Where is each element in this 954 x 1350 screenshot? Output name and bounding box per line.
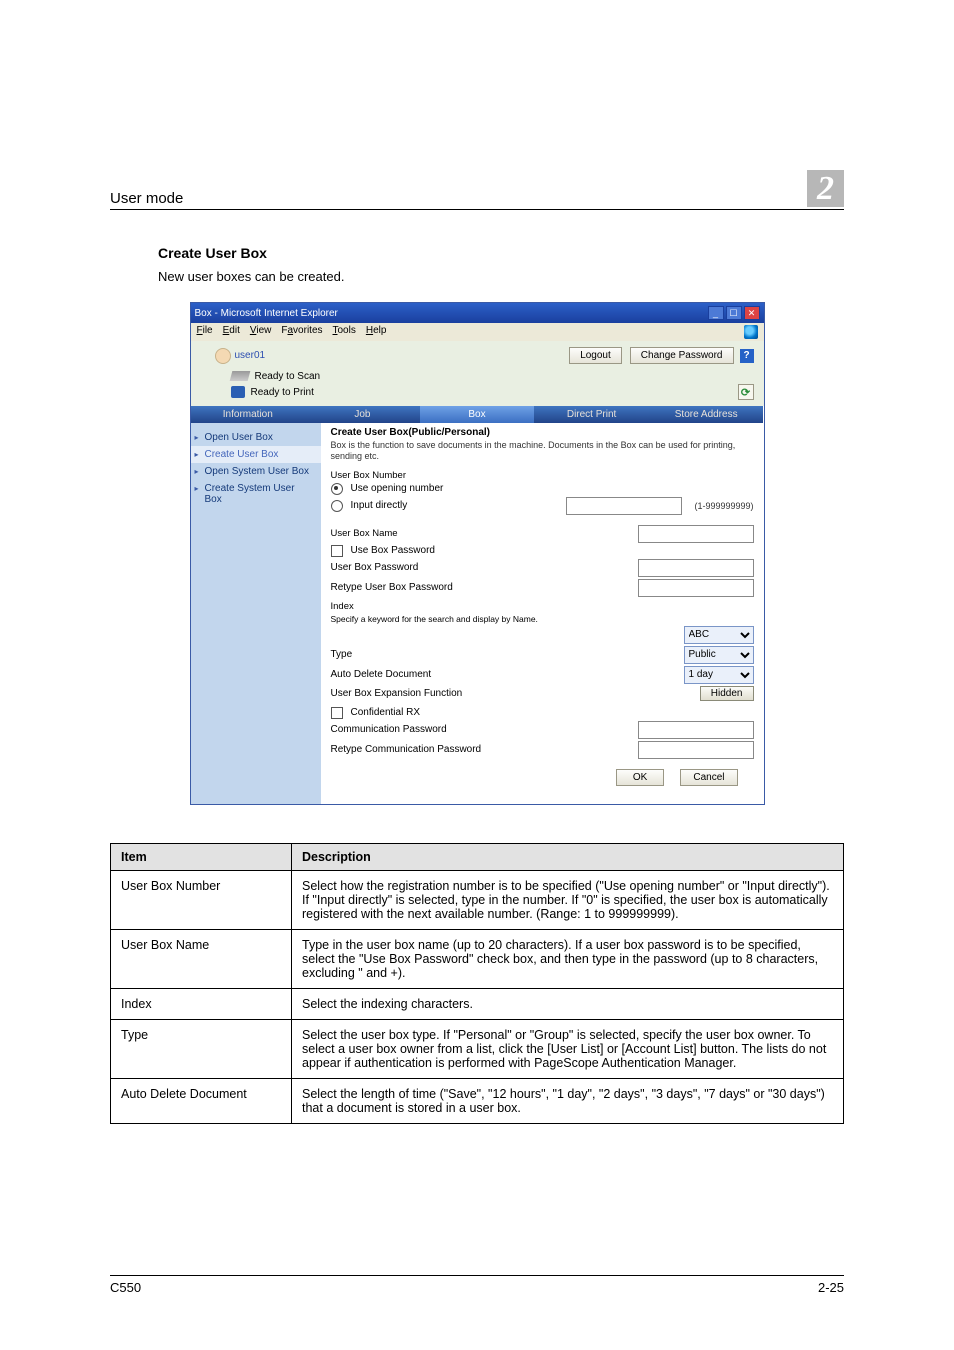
close-icon[interactable]: ✕	[744, 306, 760, 320]
radio-input-directly[interactable]	[331, 500, 343, 512]
input-user-box-password[interactable]	[638, 559, 754, 577]
cell-item: Index	[111, 988, 292, 1019]
user-icon	[215, 348, 231, 364]
menu-file[interactable]: File	[197, 325, 213, 339]
table-row: User Box Name Type in the user box name …	[111, 929, 844, 988]
cell-item: User Box Name	[111, 929, 292, 988]
cell-desc: Select the indexing characters.	[292, 988, 844, 1019]
cell-desc: Select the length of time ("Save", "12 h…	[292, 1078, 844, 1123]
input-user-box-name[interactable]	[638, 525, 754, 543]
radio-use-opening-label: Use opening number	[351, 483, 444, 494]
status-area: Ready to Scan Ready to Print ⟳	[191, 366, 764, 406]
tab-box[interactable]: Box	[420, 406, 535, 423]
table-row: Type Select the user box type. If "Perso…	[111, 1019, 844, 1078]
cell-item: Auto Delete Document	[111, 1078, 292, 1123]
status-scan: Ready to Scan	[255, 371, 321, 382]
th-item: Item	[111, 843, 292, 870]
ok-button[interactable]: OK	[616, 769, 664, 786]
footer-page: 2-25	[818, 1280, 844, 1295]
header-title: User mode	[110, 190, 807, 207]
sidebar-open-user-box[interactable]: Open User Box	[191, 429, 321, 446]
label-user-box-number: User Box Number	[331, 470, 754, 481]
tab-direct-print[interactable]: Direct Print	[534, 406, 649, 423]
form-pane: Create User Box(Public/Personal) Box is …	[321, 423, 764, 804]
select-type[interactable]: Public	[684, 646, 754, 664]
radio-use-opening[interactable]	[331, 483, 343, 495]
tab-store-address[interactable]: Store Address	[649, 406, 764, 423]
refresh-icon[interactable]: ⟳	[738, 384, 754, 400]
user-name: user01	[235, 350, 266, 361]
tab-row: Information Job Box Direct Print Store A…	[191, 406, 764, 423]
help-icon[interactable]: ?	[740, 349, 754, 363]
table-row: Index Select the indexing characters.	[111, 988, 844, 1019]
menu-tools[interactable]: Tools	[333, 325, 356, 339]
select-auto-delete[interactable]: 1 day	[684, 666, 754, 684]
top-banner: user01 Logout Change Password ?	[191, 341, 764, 366]
label-user-box-password: User Box Password	[331, 562, 419, 573]
label-type: Type	[331, 649, 353, 660]
tab-information[interactable]: Information	[191, 406, 306, 423]
label-index: Index	[331, 601, 754, 612]
checkbox-confidential-rx[interactable]	[331, 707, 343, 719]
label-comm-password: Communication Password	[331, 724, 447, 735]
cell-desc: Select how the registration number is to…	[292, 870, 844, 929]
menu-bar: File Edit View Favorites Tools Help	[191, 323, 764, 341]
menu-help[interactable]: Help	[366, 325, 387, 339]
maximize-icon[interactable]: ☐	[726, 306, 742, 320]
label-retype-comm-password: Retype Communication Password	[331, 744, 482, 755]
section-title: Create User Box	[158, 245, 844, 261]
minimize-icon[interactable]: _	[708, 306, 724, 320]
radio-input-directly-label: Input directly	[351, 500, 408, 511]
hidden-button[interactable]: Hidden	[700, 686, 754, 701]
page-footer: C550 2-25	[110, 1275, 844, 1295]
cancel-button[interactable]: Cancel	[680, 769, 737, 786]
tab-job[interactable]: Job	[305, 406, 420, 423]
status-print: Ready to Print	[251, 387, 314, 398]
window-title: Box - Microsoft Internet Explorer	[195, 308, 708, 319]
menu-edit[interactable]: Edit	[223, 325, 240, 339]
table-row: Auto Delete Document Select the length o…	[111, 1078, 844, 1123]
description-table: Item Description User Box Number Select …	[110, 843, 844, 1124]
cell-desc: Type in the user box name (up to 20 char…	[292, 929, 844, 988]
form-desc: Box is the function to save documents in…	[331, 440, 754, 462]
sidebar-open-system-user-box[interactable]: Open System User Box	[191, 463, 321, 480]
page-header: User mode 2	[110, 170, 844, 210]
label-retype-user-box-password: Retype User Box Password	[331, 582, 453, 593]
table-row: User Box Number Select how the registrat…	[111, 870, 844, 929]
input-comm-password[interactable]	[638, 721, 754, 739]
menu-favorites[interactable]: Favorites	[281, 325, 322, 339]
chapter-number: 2	[807, 170, 844, 207]
checkbox-use-box-password[interactable]	[331, 545, 343, 557]
printer-icon	[231, 386, 245, 398]
label-expansion: User Box Expansion Function	[331, 688, 463, 699]
cell-item: User Box Number	[111, 870, 292, 929]
browser-window: Box - Microsoft Internet Explorer _ ☐ ✕ …	[190, 302, 765, 805]
form-title: Create User Box(Public/Personal)	[331, 427, 754, 438]
label-confidential-rx: Confidential RX	[351, 707, 420, 718]
title-bar: Box - Microsoft Internet Explorer _ ☐ ✕	[191, 303, 764, 323]
label-user-box-name: User Box Name	[331, 528, 398, 539]
cell-desc: Select the user box type. If "Personal" …	[292, 1019, 844, 1078]
label-use-box-password: Use Box Password	[351, 545, 435, 556]
th-desc: Description	[292, 843, 844, 870]
select-index[interactable]: ABC	[684, 626, 754, 644]
section-intro: New user boxes can be created.	[158, 269, 844, 284]
menu-view[interactable]: View	[250, 325, 272, 339]
sidebar: Open User Box Create User Box Open Syste…	[191, 423, 321, 804]
index-desc: Specify a keyword for the search and dis…	[331, 614, 538, 624]
change-password-button[interactable]: Change Password	[630, 347, 734, 364]
sidebar-create-system-user-box[interactable]: Create System User Box	[191, 480, 321, 508]
label-auto-delete: Auto Delete Document	[331, 669, 432, 680]
logout-button[interactable]: Logout	[569, 347, 622, 364]
range-hint: (1-999999999)	[694, 501, 753, 511]
sidebar-create-user-box[interactable]: Create User Box	[191, 446, 321, 463]
input-box-number[interactable]	[566, 497, 682, 515]
cell-item: Type	[111, 1019, 292, 1078]
input-retype-user-box-password[interactable]	[638, 579, 754, 597]
scanner-icon	[229, 371, 250, 381]
ie-logo-icon	[744, 325, 758, 339]
footer-model: C550	[110, 1280, 818, 1295]
input-retype-comm-password[interactable]	[638, 741, 754, 759]
